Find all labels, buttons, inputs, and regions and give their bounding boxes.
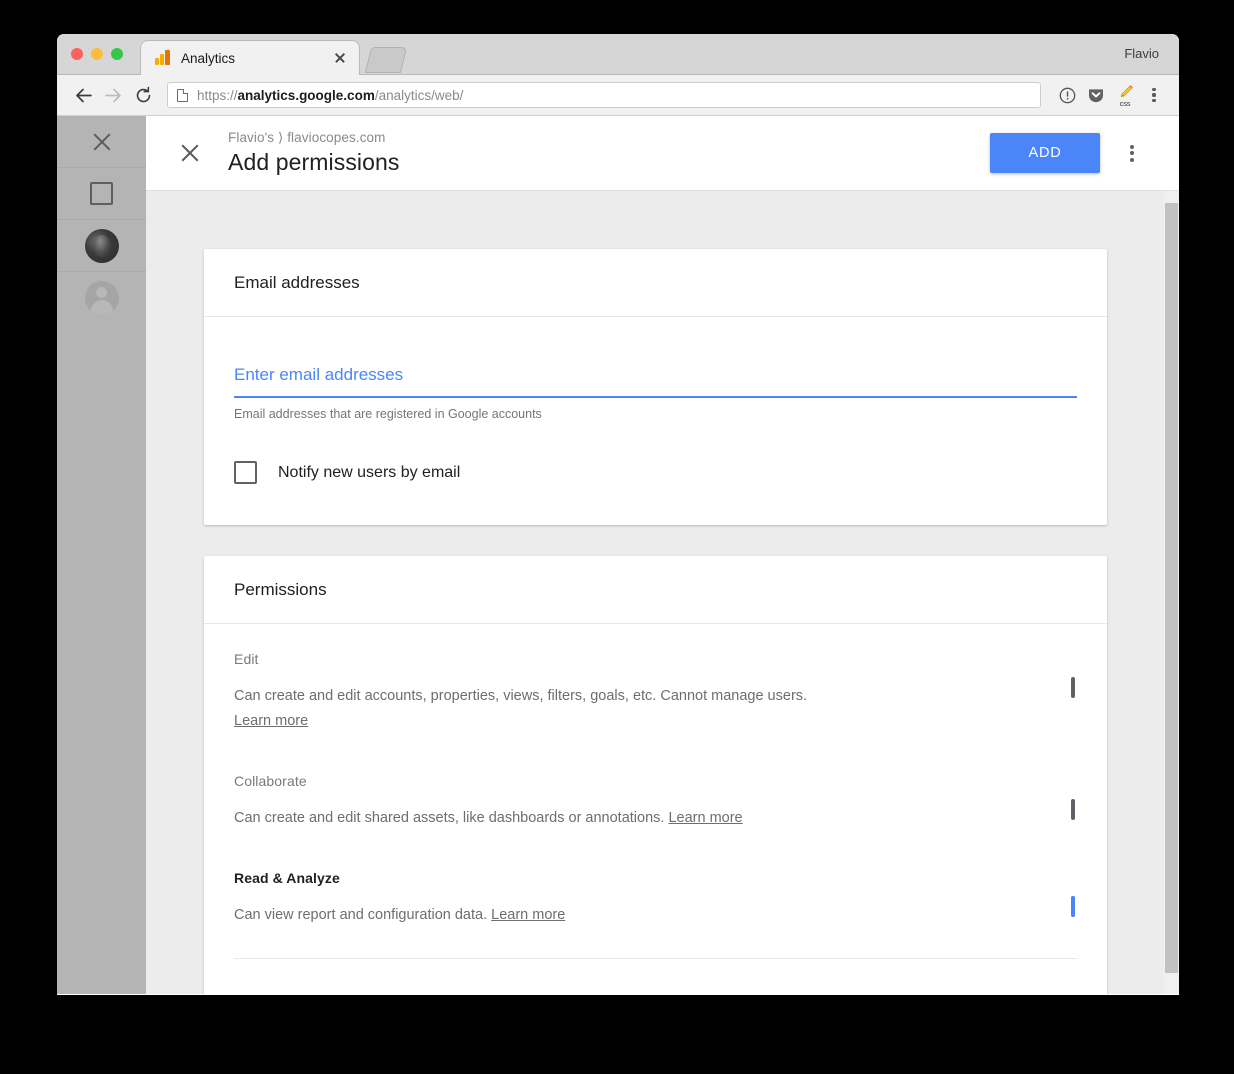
rail-item-close[interactable] — [57, 116, 146, 168]
modal-scrollbar-track[interactable] — [1164, 191, 1179, 994]
modal-scroll-body[interactable]: Email addresses Enter email addresses Em… — [146, 191, 1179, 994]
close-icon — [91, 131, 113, 153]
add-permissions-modal: Flavio's ⟩ flaviocopes.com Add permissio… — [146, 116, 1179, 994]
permission-row-read-analyze[interactable]: Read & Analyze Can view report and confi… — [234, 843, 1077, 940]
permission-name: Manage Users — [234, 991, 1031, 994]
url-scheme: https:// — [197, 88, 238, 103]
permissions-card-body: Edit Can create and edit accounts, prope… — [204, 624, 1107, 994]
breadcrumb: Flavio's ⟩ flaviocopes.com — [228, 130, 990, 146]
new-tab-icon[interactable] — [365, 47, 407, 73]
permission-row-collaborate[interactable]: Collaborate Can create and edit shared a… — [234, 746, 1077, 843]
permission-checkbox-wrap — [1071, 991, 1077, 994]
page-document-icon — [177, 89, 188, 102]
permission-description: Can view report and configuration data. … — [234, 903, 834, 928]
admin-left-rail — [57, 116, 146, 994]
google-analytics-icon — [155, 50, 171, 66]
permission-checkbox-wrap — [1071, 651, 1077, 697]
browser-profile-label: Flavio — [1124, 46, 1159, 61]
learn-more-link[interactable]: Learn more — [491, 907, 565, 923]
pocket-icon[interactable] — [1083, 82, 1109, 108]
browser-toolbar: https://analytics.google.com/analytics/w… — [57, 75, 1179, 116]
screen-root: Analytics Flavio https://ana — [0, 0, 1234, 1074]
close-icon[interactable] — [331, 49, 349, 67]
css-icon-label: css — [1120, 99, 1131, 108]
rail-item-user-photo[interactable] — [57, 220, 146, 272]
permission-name: Read & Analyze — [234, 870, 1031, 886]
url-path: /analytics/web/ — [375, 88, 464, 103]
user-avatar-photo — [85, 229, 119, 263]
permission-text: Edit Can create and edit accounts, prope… — [234, 651, 1071, 734]
notify-users-label: Notify new users by email — [278, 464, 460, 482]
header-titles: Flavio's ⟩ flaviocopes.com Add permissio… — [228, 130, 990, 176]
learn-more-link[interactable]: Learn more — [234, 713, 308, 729]
rail-item-user-placeholder[interactable] — [57, 272, 146, 324]
browser-tab-analytics[interactable]: Analytics — [140, 40, 360, 75]
chrome-menu-icon[interactable] — [1141, 82, 1167, 108]
more-options-icon[interactable] — [1114, 135, 1150, 171]
notify-users-checkbox[interactable] — [234, 461, 257, 484]
user-avatar-placeholder — [85, 281, 119, 315]
email-field-hint: Email addresses that are registered in G… — [234, 407, 1077, 421]
permission-name: Edit — [234, 651, 1031, 667]
browser-tab-title: Analytics — [181, 51, 331, 66]
email-field-block: Enter email addresses Email addresses th… — [234, 317, 1077, 421]
permission-checkbox-collaborate[interactable] — [1071, 799, 1075, 820]
permissions-card: Permissions Edit Can create and edit acc… — [204, 556, 1107, 994]
email-card-body: Enter email addresses Email addresses th… — [204, 317, 1107, 525]
permission-description-text: Can view report and configuration data. — [234, 907, 487, 923]
window-traffic-lights — [71, 48, 123, 60]
permission-description-text: Can create and edit shared assets, like … — [234, 810, 664, 826]
permission-checkbox-edit[interactable] — [1071, 677, 1075, 698]
window-maximize-button[interactable] — [111, 48, 123, 60]
email-addresses-card: Email addresses Enter email addresses Em… — [204, 249, 1107, 525]
browser-tabstrip: Analytics Flavio — [57, 34, 1179, 75]
reload-icon[interactable] — [129, 81, 157, 109]
forward-arrow-icon — [99, 81, 127, 109]
window-close-button[interactable] — [71, 48, 83, 60]
email-card-heading: Email addresses — [204, 249, 1107, 317]
modal-scrollbar-thumb[interactable] — [1165, 203, 1178, 973]
window-minimize-button[interactable] — [91, 48, 103, 60]
url-host: analytics.google.com — [238, 88, 375, 103]
address-bar[interactable]: https://analytics.google.com/analytics/w… — [167, 82, 1041, 108]
page-title: Add permissions — [228, 149, 990, 176]
permission-text: Read & Analyze Can view report and confi… — [234, 870, 1071, 928]
permission-description: Can create and edit accounts, properties… — [234, 684, 834, 734]
info-circle-icon[interactable] — [1054, 82, 1080, 108]
permissions-card-heading: Permissions — [204, 556, 1107, 624]
add-button[interactable]: ADD — [990, 133, 1100, 173]
permission-checkbox-read-analyze[interactable] — [1071, 896, 1075, 917]
css-pencil-icon[interactable]: css — [1112, 82, 1138, 108]
email-field-underline — [234, 396, 1077, 398]
rail-item-select-all[interactable] — [57, 168, 146, 220]
permission-checkbox-wrap — [1071, 773, 1077, 819]
permission-row-manage-users[interactable]: Manage Users Can add users, delete users… — [234, 958, 1077, 994]
email-field-label: Enter email addresses — [234, 365, 1077, 385]
close-icon[interactable] — [179, 142, 201, 164]
page-content: Flavio's ⟩ flaviocopes.com Add permissio… — [57, 116, 1179, 994]
permission-checkbox-wrap — [1071, 870, 1077, 916]
back-arrow-icon[interactable] — [69, 81, 97, 109]
permission-text: Collaborate Can create and edit shared a… — [234, 773, 1071, 831]
modal-header: Flavio's ⟩ flaviocopes.com Add permissio… — [146, 116, 1179, 191]
permission-row-edit[interactable]: Edit Can create and edit accounts, prope… — [234, 624, 1077, 746]
checkbox-square-icon — [90, 182, 113, 205]
notify-users-row[interactable]: Notify new users by email — [234, 421, 1077, 525]
permission-text: Manage Users Can add users, delete users… — [234, 991, 1071, 994]
permission-spacer — [234, 940, 1077, 958]
browser-window: Analytics Flavio https://ana — [57, 34, 1179, 995]
permission-description: Can create and edit shared assets, like … — [234, 806, 834, 831]
permission-name: Collaborate — [234, 773, 1031, 789]
permission-description-text: Can create and edit accounts, properties… — [234, 688, 807, 704]
learn-more-link[interactable]: Learn more — [668, 810, 742, 826]
